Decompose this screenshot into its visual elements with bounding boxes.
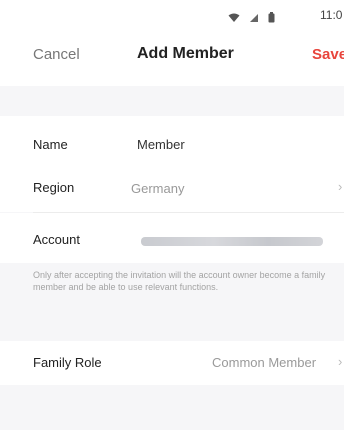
invitation-note: Only after accepting the invitation will… [33, 270, 326, 292]
save-button[interactable]: Save [312, 46, 344, 63]
battery-icon [268, 10, 275, 28]
name-label: Name [33, 137, 68, 152]
wifi-icon [228, 10, 240, 28]
family-role-label: Family Role [33, 355, 102, 370]
region-value: Germany [131, 181, 185, 196]
add-member-screen: 11:0 Cancel Add Member Save Name Member … [0, 0, 344, 430]
status-icons [228, 10, 275, 28]
region-row[interactable]: Region Germany › [0, 162, 344, 212]
chevron-right-icon: › [338, 179, 343, 194]
family-role-value: Common Member [212, 355, 317, 370]
nav-bar: Cancel Add Member Save [0, 34, 344, 86]
account-input[interactable] [141, 237, 323, 246]
account-row[interactable]: Account [0, 213, 344, 263]
page-title: Add Member [137, 45, 234, 62]
account-label: Account [33, 232, 80, 247]
cancel-button[interactable]: Cancel [33, 46, 80, 63]
section-gap [0, 86, 344, 116]
region-label: Region [33, 180, 75, 195]
bottom-spacer [0, 385, 344, 430]
name-input[interactable]: Member [137, 137, 185, 152]
status-time: 11:0 [320, 8, 343, 22]
chevron-right-icon: › [338, 354, 343, 369]
status-bar: 11:0 [0, 0, 344, 34]
family-role-row[interactable]: Family Role Common Member › [0, 341, 344, 385]
signal-icon [249, 10, 259, 28]
